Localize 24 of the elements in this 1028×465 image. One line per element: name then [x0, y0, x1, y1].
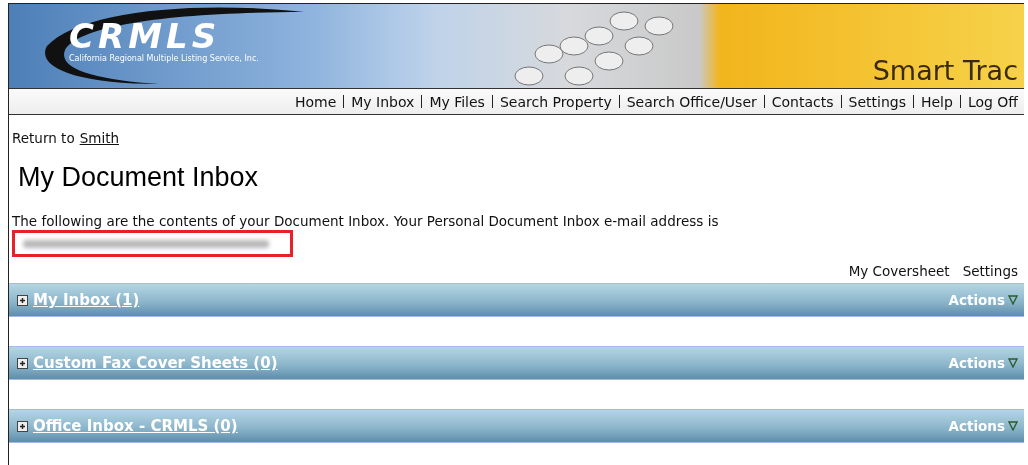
logo-text: CRMLS [69, 18, 221, 54]
triangle-icon [1008, 421, 1018, 431]
toolbar-link[interactable]: Settings [962, 263, 1018, 279]
nav-link[interactable]: Log Off [967, 93, 1018, 110]
nav-link[interactable]: Home [294, 93, 337, 110]
return-label: Return to [12, 130, 75, 146]
product-title: Smart Trac [872, 55, 1018, 86]
intro-text: The following are the contents of your Document Inbox. Your Personal Document Inbox e-mail address is [12, 213, 720, 229]
triangle-icon [1008, 295, 1018, 305]
nav-link[interactable]: My Files [429, 93, 485, 110]
nav-link[interactable]: Search Property [499, 93, 612, 110]
expand-icon[interactable] [17, 420, 28, 432]
toolbar-link[interactable]: My Coversheet [848, 263, 950, 279]
page-title: My Document Inbox [18, 162, 260, 193]
return-link[interactable]: Smith [79, 130, 119, 146]
triangle-icon [1008, 358, 1018, 368]
nav-link[interactable]: Help [920, 93, 953, 110]
nav-link[interactable]: Search Office/User [626, 93, 757, 110]
expand-icon[interactable] [17, 357, 28, 369]
nav-link[interactable]: Settings [848, 93, 906, 110]
nav-link[interactable]: My Inbox [351, 93, 415, 110]
nav-link[interactable]: Contacts [771, 93, 834, 110]
logo-subtitle: California Regional Multiple Listing Service, Inc. [69, 54, 259, 63]
expand-icon[interactable] [17, 294, 28, 306]
